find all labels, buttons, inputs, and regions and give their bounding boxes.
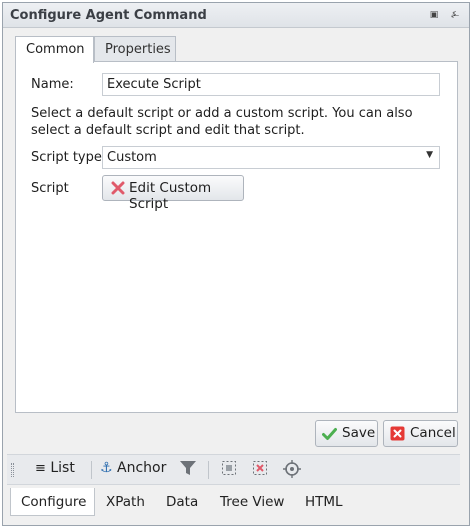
name-field[interactable]: Execute Script [102,73,440,96]
checkmark-icon [322,428,337,440]
toolbar-separator [91,461,92,479]
list-label: List [50,460,75,476]
cancel-button[interactable]: Cancel [383,420,458,447]
common-panel: Name: Execute Script Select a default sc… [15,61,458,413]
bottom-tab-strip: Configure XPath Data Tree View HTML [7,488,460,518]
tab-configure[interactable]: Configure [10,488,95,516]
tab-html-label: HTML [305,494,343,510]
title-bar: Configure Agent Command ▣ ⍼ [3,3,469,28]
window-title: Configure Agent Command [10,8,207,23]
target-icon[interactable] [283,460,301,482]
window-menu-icon[interactable]: ▣ [428,9,440,21]
edit-custom-script-button[interactable]: Edit Custom Script [102,175,244,212]
cancel-icon [390,426,405,441]
tab-data[interactable]: Data [156,488,208,516]
name-field-value: Execute Script [107,77,201,92]
filter-icon-svg [180,461,196,475]
clear-selection-icon[interactable] [252,460,268,480]
select-region-icon[interactable] [221,460,237,480]
edit-custom-script-label: Edit Custom Script [129,180,212,212]
name-label: Name: [31,77,74,92]
tab-properties[interactable]: Properties [94,36,176,62]
list-button[interactable]: ≡ List [35,460,75,476]
description-text: Select a default script or add a custom … [31,106,413,138]
anchor-button[interactable]: ⚓ Anchor [100,460,166,476]
filter-icon[interactable] [179,460,197,480]
toolbar: ≡ List ⚓ Anchor [7,454,460,485]
script-type-select[interactable]: Custom ▼ [102,146,440,169]
anchor-icon: ⚓ [100,460,113,476]
cancel-label: Cancel [410,425,456,441]
tab-tree-view-label: Tree View [220,494,285,510]
script-type-value: Custom [107,150,157,165]
script-label: Script [31,181,69,196]
target-icon-svg [283,460,301,478]
edit-x-icon [111,181,125,195]
clear-selection-icon-svg [253,461,267,475]
tab-tree-view[interactable]: Tree View [210,488,294,516]
anchor-label: Anchor [117,460,167,476]
pin-icon[interactable]: ⍼ [449,9,461,21]
tab-data-label: Data [166,494,199,510]
tab-properties-label: Properties [105,42,171,57]
tab-configure-label: Configure [21,494,87,510]
script-type-label: Script type [31,150,102,165]
toolbar-grip[interactable] [11,463,14,477]
tab-common-label: Common [26,42,85,57]
select-region-icon-svg [222,461,236,475]
tab-html[interactable]: HTML [295,488,353,516]
list-icon: ≡ [35,461,46,476]
save-label: Save [342,425,376,441]
tab-xpath[interactable]: XPath [96,488,155,516]
toolbar-separator [208,461,209,479]
tab-common[interactable]: Common [15,36,94,63]
save-button[interactable]: Save [315,420,378,447]
chevron-down-icon: ▼ [426,150,433,160]
configure-agent-command-window: Configure Agent Command ▣ ⍼ Common Prope… [2,2,470,526]
tab-xpath-label: XPath [106,494,145,510]
